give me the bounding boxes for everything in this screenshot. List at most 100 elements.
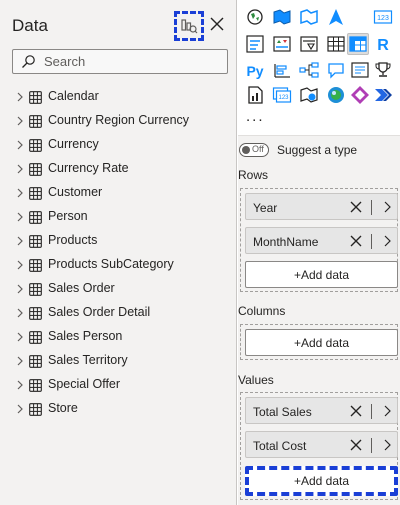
chevron-right-icon[interactable] [383, 405, 391, 417]
values-field-total-sales[interactable]: Total Sales [245, 397, 398, 424]
pill-separator [371, 438, 372, 453]
remove-field-icon[interactable] [349, 438, 363, 452]
filled-map-visual[interactable] [271, 6, 293, 28]
multi-row-card-visual[interactable] [244, 33, 266, 55]
table-row[interactable]: Customer [0, 181, 236, 205]
chevron-right-icon[interactable] [16, 356, 24, 366]
suggest-type-toggle[interactable]: Off [239, 143, 269, 157]
python-visual[interactable]: Py [244, 59, 266, 81]
columns-add-data-button[interactable]: +Add data [245, 329, 398, 356]
new-card-visual[interactable]: 123 [271, 84, 293, 106]
chevron-right-icon[interactable] [16, 404, 24, 414]
chevron-right-icon[interactable] [16, 380, 24, 390]
rows-field-year[interactable]: Year [245, 193, 398, 220]
table-name: Person [48, 209, 88, 223]
table-row[interactable]: Products SubCategory [0, 253, 236, 277]
chevron-right-icon[interactable] [16, 164, 24, 174]
smart-narrative-visual[interactable] [349, 59, 371, 81]
azure-map-visual[interactable] [298, 84, 320, 106]
key-influencers-icon [274, 64, 290, 78]
chevron-right-icon[interactable] [16, 332, 24, 342]
table-icon [29, 115, 42, 128]
table-row[interactable]: Products [0, 229, 236, 253]
table-row[interactable]: Special Offer [0, 373, 236, 397]
arcgis-map-visual[interactable] [325, 84, 347, 106]
power-automate-visual[interactable] [372, 84, 394, 106]
table-row[interactable]: Sales Territory [0, 349, 236, 373]
shape-map-icon [300, 9, 318, 25]
chevron-right-icon[interactable] [16, 188, 24, 198]
qa-visual[interactable] [325, 59, 347, 81]
table-row[interactable]: Person [0, 205, 236, 229]
table-row[interactable]: Currency [0, 133, 236, 157]
values-well: Total Sales Total Cost +Add data [240, 392, 398, 500]
table-icon [29, 139, 42, 152]
chevron-right-icon[interactable] [383, 439, 391, 451]
globe-map-visual[interactable] [244, 6, 266, 28]
model-view-icon [181, 19, 198, 34]
python-visual-icon: Py [246, 63, 263, 79]
slicer-visual[interactable] [298, 33, 320, 55]
key-influencers-visual[interactable] [271, 59, 293, 81]
table-row[interactable]: Country Region Currency [0, 109, 236, 133]
close-data-pane-button[interactable] [206, 13, 228, 35]
values-add-data-button[interactable]: +Add data [245, 466, 398, 496]
chevron-right-icon[interactable] [383, 201, 391, 213]
chevron-right-icon[interactable] [383, 235, 391, 247]
chevron-right-icon[interactable] [16, 284, 24, 294]
table-icon [29, 307, 42, 320]
remove-field-icon[interactable] [349, 234, 363, 248]
table-row[interactable]: Calendar [0, 85, 236, 109]
table-row[interactable]: Sales Person [0, 325, 236, 349]
remove-field-icon[interactable] [349, 200, 363, 214]
r-script-visual[interactable]: R [372, 33, 394, 55]
chevron-right-icon[interactable] [16, 116, 24, 126]
table-row[interactable]: Sales Order Detail [0, 301, 236, 325]
chevron-right-icon[interactable] [16, 260, 24, 270]
chevron-right-icon[interactable] [16, 92, 24, 102]
decomposition-tree-visual[interactable] [298, 59, 320, 81]
rows-field-monthname[interactable]: MonthName [245, 227, 398, 254]
more-visuals-button[interactable]: ... [246, 108, 265, 125]
azure-nav-visual[interactable] [325, 6, 347, 28]
search-box[interactable] [12, 49, 228, 74]
card-new-icon: 123 [272, 87, 292, 103]
goals-visual[interactable] [372, 59, 394, 81]
table-name: Sales Order [48, 281, 115, 295]
visualizations-pane: 123 R Py 123 ... Off Suggest a type Rows… [238, 0, 400, 505]
table-name: Sales Person [48, 329, 123, 343]
rows-add-data-button[interactable]: +Add data [245, 261, 398, 288]
paginated-report-visual[interactable] [244, 84, 266, 106]
table-name: Sales Order Detail [48, 305, 151, 319]
table-icon [29, 163, 42, 176]
close-icon [210, 17, 224, 31]
values-well-label: Values [238, 373, 274, 387]
chevron-right-icon[interactable] [16, 140, 24, 150]
matrix-visual[interactable] [347, 33, 369, 55]
rows-well: Year MonthName +Add data [240, 188, 398, 292]
field-name: Year [253, 201, 278, 215]
table-row[interactable]: Currency Rate [0, 157, 236, 181]
pill-separator [371, 234, 372, 249]
power-automate-icon [375, 89, 392, 101]
chevron-right-icon[interactable] [16, 236, 24, 246]
table-icon [29, 355, 42, 368]
table-visual[interactable] [325, 33, 347, 55]
data-pane-options-button[interactable] [174, 11, 204, 41]
card-visual[interactable]: 123 [372, 6, 394, 28]
table-row[interactable]: Store [0, 397, 236, 421]
shape-map-visual[interactable] [298, 6, 320, 28]
search-input[interactable] [44, 54, 214, 69]
r-visual-icon: R [377, 37, 389, 54]
remove-field-icon[interactable] [349, 404, 363, 418]
kpi-visual[interactable] [271, 33, 293, 55]
values-field-total-cost[interactable]: Total Cost [245, 431, 398, 458]
table-icon [29, 379, 42, 392]
smart-narrative-icon [351, 62, 369, 78]
table-icon [29, 403, 42, 416]
chevron-right-icon[interactable] [16, 212, 24, 222]
table-row[interactable]: Sales Order [0, 277, 236, 301]
visual-types-grid: 123 R Py 123 ... [238, 0, 400, 138]
power-apps-visual[interactable] [349, 84, 371, 106]
chevron-right-icon[interactable] [16, 308, 24, 318]
